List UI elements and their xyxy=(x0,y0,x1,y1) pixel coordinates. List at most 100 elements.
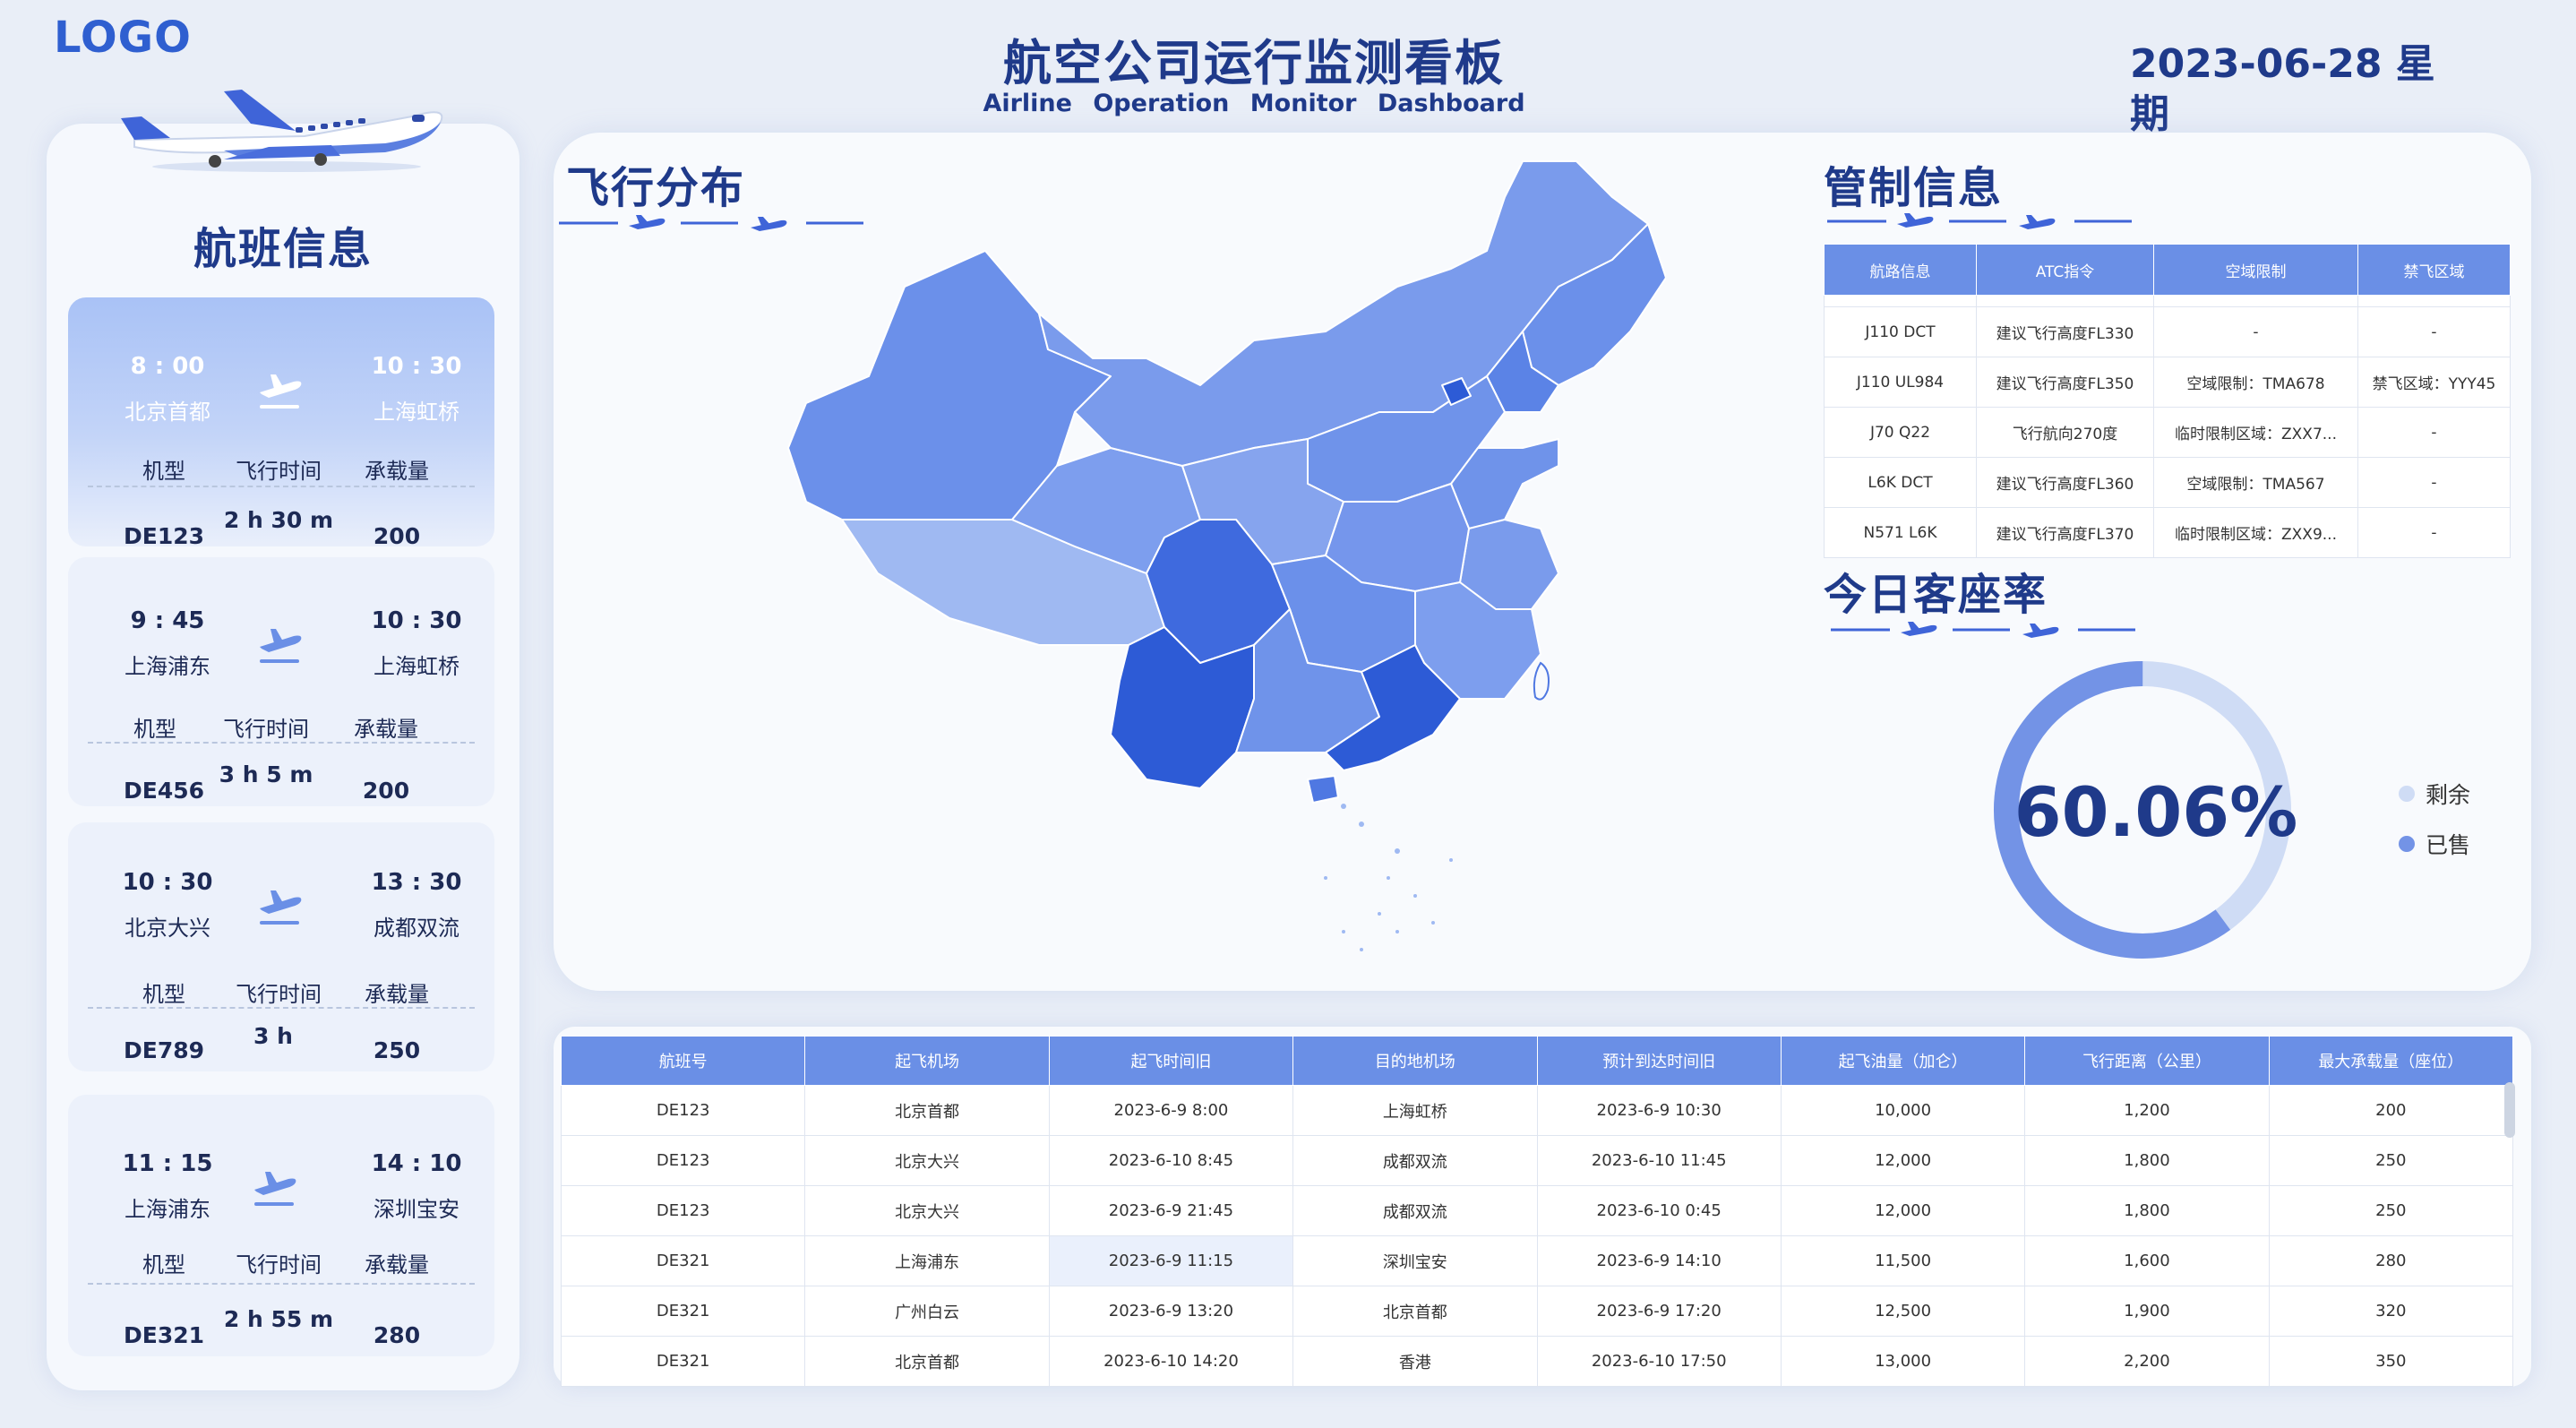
table-cell: 北京首都 xyxy=(804,1085,1050,1136)
control-table: 航路信息 ATC指令 空域限制 禁飞区域 J110 DCT 建议飞行高度FL330… xyxy=(1824,244,2511,558)
table-row[interactable]: J70 Q22 飞行航向270度 临时限制区域：ZXX7... - xyxy=(1824,407,2511,458)
divider xyxy=(88,1007,475,1009)
arrival-city: 深圳宝安 xyxy=(374,1197,459,1222)
table-cell: - xyxy=(2357,507,2511,558)
arrival-time: 13 : 30 xyxy=(371,869,462,896)
flight-card[interactable]: 11 : 15 上海浦东 14 : 10 深圳宝安 机型 飞行时间 承载量 DE… xyxy=(68,1095,494,1356)
table-cell: 12,500 xyxy=(1780,1286,2026,1337)
date-text: 2023-06-28 星期 xyxy=(2130,41,2435,137)
table-row[interactable]: L6K DCT 建议飞行高度FL360 空域限制：TMA567- xyxy=(1824,457,2511,508)
table-cell: 320 xyxy=(2268,1286,2514,1337)
table-cell: 上海虹桥 xyxy=(1292,1085,1538,1136)
duration-value: 3 h xyxy=(253,1023,293,1049)
table-cell: DE123 xyxy=(560,1085,806,1136)
table-cell: 350 xyxy=(2268,1336,2514,1387)
map-region[interactable] xyxy=(1533,661,1550,701)
col-header[interactable]: 空域限制 xyxy=(2153,244,2358,296)
table-scrollbar[interactable] xyxy=(2504,1082,2515,1138)
table-cell: 成都双流 xyxy=(1292,1135,1538,1186)
divider xyxy=(88,486,475,487)
table-header-row: 航班号 起飞机场 起飞时间旧 目的地机场 预计到达时间旧 起飞油量（加仑） 飞行… xyxy=(560,1036,2514,1086)
col-header[interactable]: 最大承载量（座位） xyxy=(2268,1036,2514,1086)
table-cell: 北京首都 xyxy=(804,1336,1050,1387)
table-cell: 成都双流 xyxy=(1292,1185,1538,1236)
table-cell: 2023-6-9 8:00 xyxy=(1048,1085,1294,1136)
table-row[interactable]: DE123 北京首都 2023-6-9 8:00 上海虹桥 2023-6-9 10:30… xyxy=(560,1085,2514,1136)
duration-value: 3 h 5 m xyxy=(219,761,313,787)
table-row[interactable]: DE321 上海浦东 2023-6-9 11:15 深圳宝安 2023-6-9 14:1… xyxy=(560,1235,2514,1286)
table-cell: 建议飞行高度FL330 xyxy=(1976,306,2154,357)
arrival-city: 成都双流 xyxy=(374,916,459,941)
table-row[interactable]: DE321 北京首都 2023-6-10 14:20 香港 2023-6-10 17:5… xyxy=(560,1336,2514,1387)
table-cell: 1,800 xyxy=(2024,1185,2270,1236)
capacity-value: 200 xyxy=(373,523,421,549)
col-header[interactable]: 飞行距离（公里） xyxy=(2024,1036,2270,1086)
table-cell: 北京大兴 xyxy=(804,1185,1050,1236)
col-header[interactable]: 航路信息 xyxy=(1824,244,1977,296)
table-cell: J110 UL984 xyxy=(1824,357,1977,408)
departure-city: 上海浦东 xyxy=(125,1197,210,1222)
table-cell: - xyxy=(2357,407,2511,458)
table-cell: 10,000 xyxy=(1780,1085,2026,1136)
table-cell: - xyxy=(2357,306,2511,357)
capacity-label: 承载量 xyxy=(365,982,429,1007)
table-cell: 空域限制：TMA678 xyxy=(2153,357,2358,408)
table-cell: 1,900 xyxy=(2024,1286,2270,1337)
table-cell: 广州白云 xyxy=(804,1286,1050,1337)
table-cell: 建议飞行高度FL370 xyxy=(1976,507,2154,558)
col-header[interactable]: ATC指令 xyxy=(1976,244,2154,296)
departure-time: 9 : 45 xyxy=(130,607,205,634)
duration-value: 2 h 55 m xyxy=(223,1306,334,1332)
flight-card[interactable]: 10 : 30 北京大兴 13 : 30 成都双流 机型 飞行时间 承载量 DE… xyxy=(68,822,494,1071)
table-cell: 临时限制区域：ZXX9... xyxy=(2153,507,2358,558)
table-row[interactable]: DE123 北京大兴 2023-6-9 21:45 成都双流 2023-6-10 0:4… xyxy=(560,1185,2514,1236)
china-map[interactable] xyxy=(770,143,1666,985)
departure-time: 10 : 30 xyxy=(122,869,213,896)
table-cell: 建议飞行高度FL360 xyxy=(1976,457,2154,508)
table-cell: DE321 xyxy=(560,1286,806,1337)
col-header[interactable]: 起飞机场 xyxy=(804,1036,1050,1086)
table-cell: 香港 xyxy=(1292,1336,1538,1387)
occupancy-title: 今日客座率 xyxy=(1824,570,2048,620)
col-header[interactable]: 起飞油量（加仑） xyxy=(1780,1036,2026,1086)
map-region[interactable] xyxy=(1110,626,1255,789)
duration-label: 飞行时间 xyxy=(236,459,322,484)
island-dots xyxy=(1324,804,1453,951)
map-region[interactable] xyxy=(1307,775,1339,804)
col-header[interactable]: 禁飞区域 xyxy=(2357,244,2511,296)
table-cell: 12,000 xyxy=(1780,1135,2026,1186)
table-row[interactable]: J110 DCT 建议飞行高度FL330- - xyxy=(1824,306,2511,357)
table-cell: 2023-6-10 14:20 xyxy=(1048,1336,1294,1387)
flights-title: 航班信息 xyxy=(193,224,373,274)
table-cell: 飞行航向270度 xyxy=(1976,407,2154,458)
table-row[interactable]: DE321 广州白云 2023-6-9 13:20 北京首都 2023-6-9 17:2… xyxy=(560,1286,2514,1337)
table-row[interactable]: N571 L6K 建议飞行高度FL370 临时限制区域：ZXX9... - xyxy=(1824,507,2511,558)
page-title: 航空公司运行监测看板 xyxy=(1003,35,1505,91)
table-cell: 2023-6-9 10:30 xyxy=(1536,1085,1782,1136)
capacity-label: 承载量 xyxy=(365,1252,429,1277)
arrival-city: 上海虹桥 xyxy=(374,654,459,679)
takeoff-icon xyxy=(254,1172,296,1206)
table-cell: 1,800 xyxy=(2024,1135,2270,1186)
table-row[interactable]: J110 UL984 建议飞行高度FL350 空域限制：TMA678 禁飞区域：YYY… xyxy=(1824,357,2511,408)
col-header[interactable]: 起飞时间旧 xyxy=(1048,1036,1294,1086)
duration-label: 飞行时间 xyxy=(236,1252,322,1277)
table-cell: 1,200 xyxy=(2024,1085,2270,1136)
table-cell: 200 xyxy=(2268,1085,2514,1136)
table-cell: 2023-6-10 8:45 xyxy=(1048,1135,1294,1186)
legend-dot-remaining xyxy=(2399,786,2415,802)
col-header[interactable]: 预计到达时间旧 xyxy=(1536,1036,1782,1086)
legend-dot-sold xyxy=(2399,836,2415,852)
col-header[interactable]: 航班号 xyxy=(560,1036,806,1086)
flight-card[interactable]: 9 : 45 上海浦东 10 : 30 上海虹桥 机型 飞行时间 承载量 DE4… xyxy=(68,557,494,806)
table-cell: 北京大兴 xyxy=(804,1135,1050,1186)
table-cell: 上海浦东 xyxy=(804,1235,1050,1286)
arrival-time: 14 : 10 xyxy=(371,1150,462,1177)
table-cell: N571 L6K xyxy=(1824,507,1977,558)
table-row[interactable]: DE123 北京大兴 2023-6-10 8:45 成都双流 2023-6-10 11:… xyxy=(560,1135,2514,1186)
arrival-time: 10 : 30 xyxy=(371,353,462,380)
duration-value: 2 h 30 m xyxy=(223,507,334,533)
col-header[interactable]: 目的地机场 xyxy=(1292,1036,1538,1086)
flight-card[interactable]: 8 : 00 北京首都 10 : 30 上海虹桥 机型 飞行时间 承载量 DE1… xyxy=(68,297,494,549)
title-decoration xyxy=(1827,213,2132,229)
